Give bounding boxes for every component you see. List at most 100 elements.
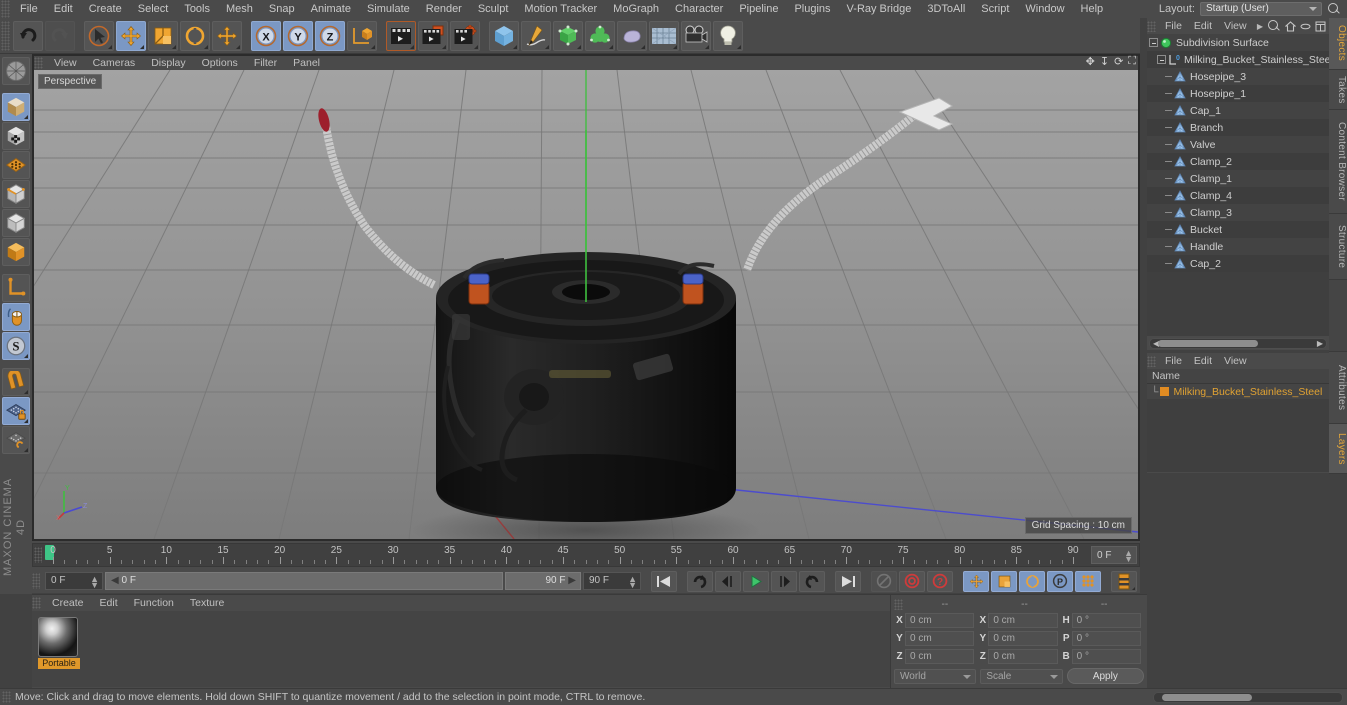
record-active-objects-button[interactable] xyxy=(899,570,925,592)
object-tree-row[interactable]: Bucket xyxy=(1147,221,1329,238)
move-tool[interactable] xyxy=(116,20,146,51)
expand-collapse-icon[interactable] xyxy=(1149,38,1158,47)
material-menu-texture[interactable]: Texture xyxy=(182,597,232,609)
object-tree-row[interactable]: Hosepipe_1 xyxy=(1147,85,1329,102)
model-mode-button[interactable] xyxy=(2,93,30,121)
polygons-mode-button[interactable] xyxy=(2,209,30,237)
expand-collapse-icon[interactable] xyxy=(1157,55,1166,64)
material-menu-create[interactable]: Create xyxy=(44,597,92,609)
keyframe-selection-button[interactable] xyxy=(1111,570,1137,592)
spinner-icon[interactable]: ▲ ▼ xyxy=(90,575,99,590)
object-tree-row[interactable]: Clamp_1 xyxy=(1147,170,1329,187)
spinner-icon[interactable]: ▲ ▼ xyxy=(1124,549,1133,564)
add-spline-button[interactable] xyxy=(521,20,551,51)
tab-objects[interactable]: Objects xyxy=(1329,18,1347,70)
layer-menu-view[interactable]: View xyxy=(1218,355,1253,367)
workplane-link-button[interactable] xyxy=(2,426,30,454)
viewport-solo-button[interactable] xyxy=(2,303,30,331)
play-button[interactable] xyxy=(743,570,769,592)
position-y-input[interactable]: 0 cm xyxy=(905,631,975,646)
live-selection-tool[interactable] xyxy=(84,20,114,51)
collapse-icon[interactable] xyxy=(1300,21,1311,32)
layer-color-swatch[interactable] xyxy=(1160,387,1170,396)
object-tree-row[interactable]: Cap_1 xyxy=(1147,102,1329,119)
viewport-menu-cameras[interactable]: Cameras xyxy=(85,57,144,69)
object-tree-row[interactable]: Handle xyxy=(1147,238,1329,255)
make-editable-button[interactable] xyxy=(2,57,30,85)
zoom-icon[interactable]: ↧ xyxy=(1100,55,1109,68)
transform-mode-select[interactable]: Scale xyxy=(980,668,1063,684)
goto-end-button[interactable] xyxy=(835,570,861,592)
viewport-3d-canvas[interactable]: Perspective Grid Spacing : 10 cm Y Z X xyxy=(34,70,1138,539)
texture-mode-button[interactable] xyxy=(2,122,30,150)
menu-help[interactable]: Help xyxy=(1073,0,1112,18)
enable-snapping-button[interactable] xyxy=(2,368,30,396)
material-menu-grip[interactable] xyxy=(32,597,41,609)
rotation-p-input[interactable]: 0 ° xyxy=(1071,631,1141,646)
controls-grip[interactable] xyxy=(32,573,40,589)
menu-3dtoall[interactable]: 3DToAll xyxy=(919,0,973,18)
menu-window[interactable]: Window xyxy=(1017,0,1072,18)
size-y-input[interactable]: 0 cm xyxy=(988,631,1058,646)
layers-stack-icon[interactable] xyxy=(1315,21,1326,32)
timeline-grip[interactable] xyxy=(34,547,42,563)
timeline-ruler[interactable]: 0 5 10 15 20 25 30 35 40 45 50 55 60 65 70 75 80 85 90 0 F… xyxy=(32,543,1140,567)
rotation-b-input[interactable]: 0 ° xyxy=(1071,649,1141,664)
tab-layers[interactable]: Layers xyxy=(1329,424,1347,474)
position-z-input[interactable]: 0 cm xyxy=(905,649,975,664)
record-scale-button[interactable] xyxy=(991,570,1017,592)
points-mode-button[interactable] xyxy=(2,151,30,179)
menu-vray-bridge[interactable]: V-Ray Bridge xyxy=(839,0,920,18)
tab-attributes[interactable]: Attributes xyxy=(1329,352,1347,424)
menu-simulate[interactable]: Simulate xyxy=(359,0,418,18)
edges-mode-button[interactable] xyxy=(2,180,30,208)
menu-motion-tracker[interactable]: Motion Tracker xyxy=(516,0,605,18)
render-to-picture-viewer-button[interactable] xyxy=(418,20,448,51)
add-light-button[interactable] xyxy=(713,20,743,51)
world-object-coordinate-button[interactable] xyxy=(347,20,377,51)
object-tree-row[interactable]: Clamp_3 xyxy=(1147,204,1329,221)
menu-tools[interactable]: Tools xyxy=(176,0,218,18)
object-tree-row[interactable]: Clamp_2 xyxy=(1147,153,1329,170)
render-settings-button[interactable] xyxy=(450,20,480,51)
apply-button[interactable]: Apply xyxy=(1066,668,1144,684)
menu-render[interactable]: Render xyxy=(418,0,470,18)
scrollbar-thumb[interactable] xyxy=(1158,340,1258,347)
lock-x-axis-button[interactable]: X xyxy=(251,20,281,51)
record-position-button[interactable] xyxy=(963,570,989,592)
scrollbar-thumb[interactable] xyxy=(1162,694,1252,701)
viewport-menu-panel[interactable]: Panel xyxy=(285,57,328,69)
scale-tool[interactable] xyxy=(148,20,178,51)
position-x-input[interactable]: 0 cm xyxy=(905,613,975,628)
menu-script[interactable]: Script xyxy=(973,0,1017,18)
object-tree-row[interactable]: 0 Milking_Bucket_Stainless_Steel xyxy=(1147,51,1329,68)
autokeying-button[interactable]: ? xyxy=(927,570,953,592)
object-axis-mode-button[interactable] xyxy=(2,238,30,266)
preview-range-end[interactable]: 90 F ▶ xyxy=(505,572,581,590)
menu-pipeline[interactable]: Pipeline xyxy=(731,0,786,18)
menu-sculpt[interactable]: Sculpt xyxy=(470,0,517,18)
material-list[interactable]: Portable xyxy=(32,611,890,687)
rotation-h-input[interactable]: 0 ° xyxy=(1071,613,1141,628)
object-menu-view[interactable]: View xyxy=(1218,20,1253,32)
layout-select[interactable]: Startup (User) xyxy=(1200,2,1322,16)
coordinate-system-select[interactable]: World xyxy=(894,668,977,684)
loop-button[interactable] xyxy=(799,570,825,592)
object-tree-row[interactable]: Subdivision Surface xyxy=(1147,34,1329,51)
menu-character[interactable]: Character xyxy=(667,0,731,18)
chevron-right-icon[interactable]: ▶ xyxy=(1257,22,1263,31)
menu-snap[interactable]: Snap xyxy=(261,0,303,18)
menu-mograph[interactable]: MoGraph xyxy=(605,0,667,18)
tab-content-browser[interactable]: Content Browser xyxy=(1329,110,1347,214)
add-cube-button[interactable] xyxy=(489,20,519,51)
add-camera-button[interactable] xyxy=(681,20,711,51)
size-x-input[interactable]: 0 cm xyxy=(988,613,1058,628)
menu-mesh[interactable]: Mesh xyxy=(218,0,261,18)
object-tree-row[interactable]: Hosepipe_3 xyxy=(1147,68,1329,85)
material-item[interactable]: Portable xyxy=(38,617,80,669)
end-frame-input[interactable]: 90 F ▲ ▼ xyxy=(583,572,641,590)
object-menu-edit[interactable]: Edit xyxy=(1188,20,1218,32)
undo-button[interactable] xyxy=(13,20,43,51)
add-deformer-button[interactable] xyxy=(585,20,615,51)
goto-start-button[interactable] xyxy=(651,570,677,592)
